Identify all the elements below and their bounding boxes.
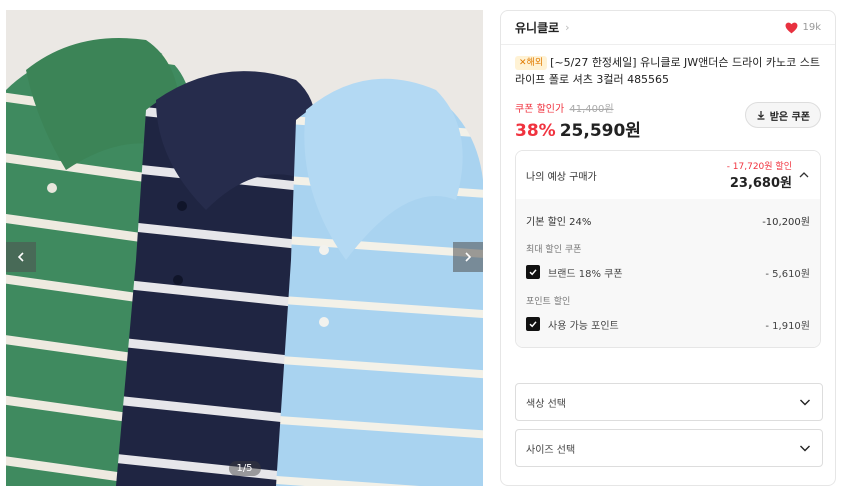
base-discount-value: -10,200원 [762, 216, 810, 228]
product-photo [6, 10, 483, 486]
base-discount-label: 기본 할인 24% [526, 216, 592, 228]
coupon-item-value: - 5,610원 [765, 268, 810, 280]
coupon-checkbox[interactable] [526, 265, 540, 279]
chevron-down-icon [800, 445, 810, 452]
product-title: [~5/27 한정세일] 유니클로 JW앤더슨 드라이 카노코 스트라이프 폴로… [515, 56, 820, 86]
chevron-left-icon [17, 252, 24, 262]
chevron-down-icon [800, 399, 810, 406]
color-select[interactable]: 색상 선택 [515, 383, 823, 421]
point-checkbox[interactable] [526, 317, 540, 331]
check-icon [529, 321, 537, 328]
product-title-block: ✕해외 [~5/27 한정세일] 유니클로 JW앤더슨 드라이 카노코 스트라이프… [501, 45, 835, 88]
estimated-price-details: 기본 할인 24% -10,200원 최대 할인 쿠폰 브랜드 18% 쿠폰 -… [516, 199, 820, 347]
overseas-badge: ✕해외 [515, 56, 548, 70]
heart-icon [786, 22, 798, 33]
point-section-label: 포인트 할인 [526, 296, 571, 307]
estimated-discount: - 17,720원 할인 [726, 162, 792, 172]
gallery-counter: 1/5 [228, 461, 261, 476]
brand-bar: 유니클로 › 19k [501, 11, 835, 45]
point-item-value: - 1,910원 [765, 320, 810, 332]
product-info-panel: 유니클로 › 19k ✕해외 [~5/27 한정세일] 유니클로 JW앤더슨 드라… [500, 10, 836, 486]
gallery-next-button[interactable] [453, 242, 483, 272]
original-price: 41,400원 [569, 104, 614, 115]
estimated-price-toggle[interactable]: 나의 예상 구매가 - 17,720원 할인 23,680원 [516, 151, 820, 199]
estimated-price: 23,680원 [729, 176, 792, 191]
coupon-item-row: 브랜드 18% 쿠폰 - 5,610원 [526, 259, 810, 285]
brand-name: 유니클로 [515, 21, 560, 35]
coupon-item-label: 브랜드 18% 쿠폰 [548, 268, 623, 280]
product-image-gallery[interactable]: 1/5 [6, 10, 483, 486]
download-icon [757, 111, 765, 120]
brand-link[interactable]: 유니클로 › [515, 19, 570, 36]
coupon-price-label: 쿠폰 할인가 [515, 104, 565, 115]
color-select-placeholder: 색상 선택 [526, 398, 566, 410]
estimated-price-box: 나의 예상 구매가 - 17,720원 할인 23,680원 기본 할인 24%… [515, 150, 821, 348]
chevron-up-icon [799, 172, 809, 178]
gallery-prev-button[interactable] [6, 242, 36, 272]
like-count: 19k [802, 22, 821, 33]
size-select[interactable]: 사이즈 선택 [515, 429, 823, 467]
estimated-price-label: 나의 예상 구매가 [526, 171, 597, 183]
coupon-download-button[interactable]: 받은 쿠폰 [744, 102, 821, 128]
price-block: 쿠폰 할인가 41,400원 38% 25,590원 받은 쿠폰 [501, 88, 835, 141]
check-icon [529, 269, 537, 276]
coupon-button-label: 받은 쿠폰 [769, 111, 810, 123]
like-button[interactable]: 19k [785, 22, 821, 34]
point-item-row: 사용 가능 포인트 - 1,910원 [526, 311, 810, 337]
base-discount-row: 기본 할인 24% -10,200원 [526, 207, 810, 233]
chevron-right-icon [465, 252, 472, 262]
chevron-right-icon: › [565, 21, 570, 34]
sale-price: 25,590원 [559, 121, 641, 141]
size-select-placeholder: 사이즈 선택 [526, 444, 576, 456]
discount-percent: 38% [515, 121, 556, 141]
coupon-section-label: 최대 할인 쿠폰 [526, 244, 582, 255]
point-item-label: 사용 가능 포인트 [548, 320, 619, 332]
